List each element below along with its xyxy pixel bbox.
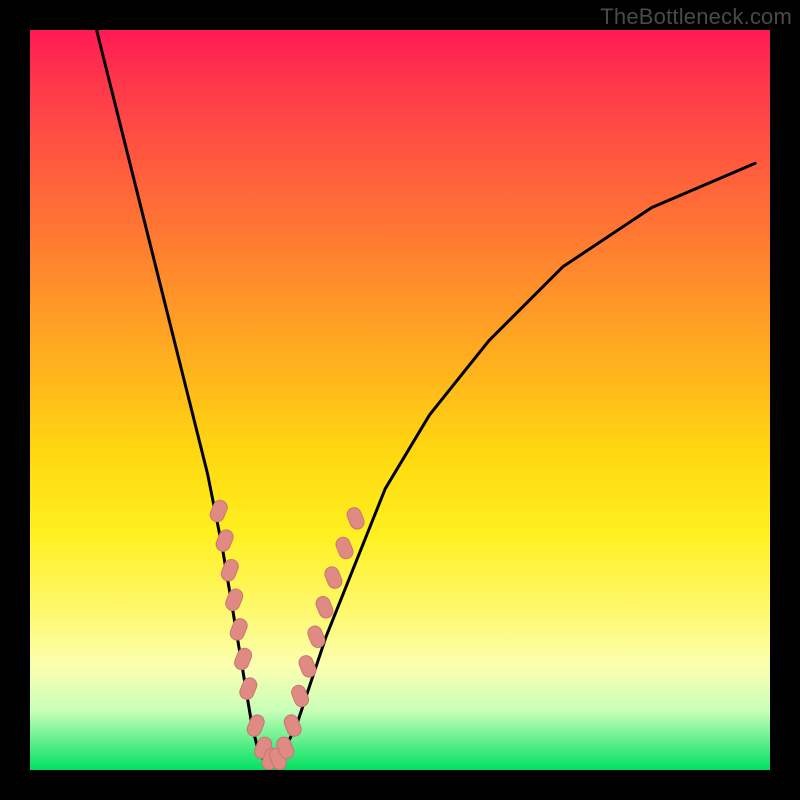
curve-marker: [219, 557, 240, 583]
bottleneck-curve: [97, 30, 756, 763]
curve-marker: [297, 654, 318, 680]
markers-left-group: [208, 498, 281, 772]
plot-area: [30, 30, 770, 770]
chart-frame: TheBottleneck.com: [0, 0, 800, 800]
curve-marker: [224, 587, 245, 613]
curve-marker: [245, 713, 266, 739]
curve-marker: [334, 535, 355, 561]
markers-right-group: [267, 506, 366, 772]
curve-marker: [214, 528, 235, 554]
curve-marker: [289, 683, 310, 709]
curve-marker: [323, 565, 344, 591]
curve-marker: [238, 676, 259, 702]
curve-marker: [314, 594, 335, 620]
curve-marker: [208, 498, 229, 524]
chart-svg: [30, 30, 770, 770]
watermark-text: TheBottleneck.com: [600, 4, 792, 30]
curve-marker: [232, 646, 253, 672]
curve-marker: [228, 617, 249, 643]
curve-marker: [345, 506, 366, 532]
